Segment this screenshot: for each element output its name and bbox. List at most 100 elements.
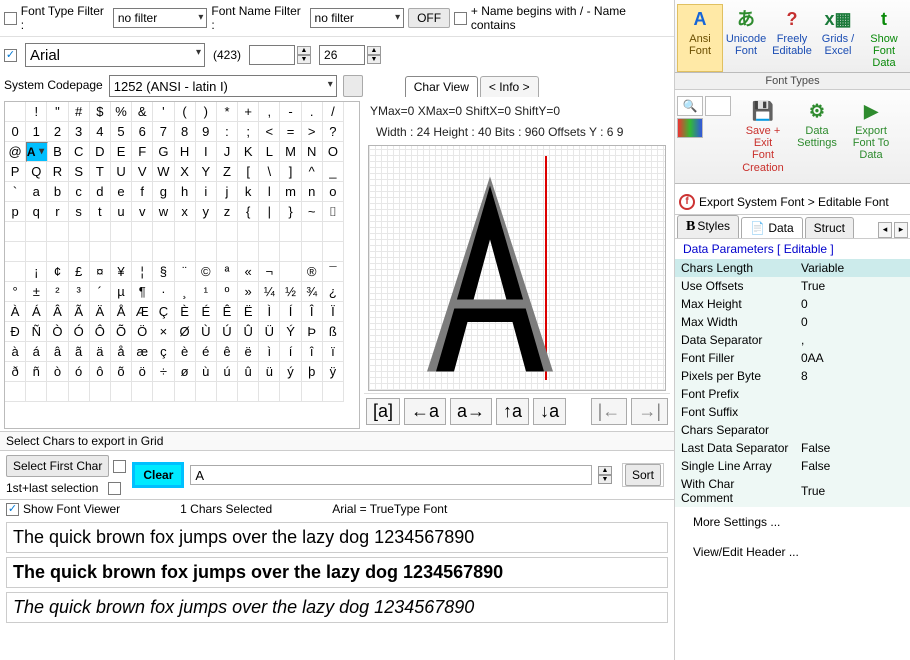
char-cell[interactable]: w [153, 202, 174, 222]
char-cell[interactable]: Ñ [26, 322, 47, 342]
char-cell[interactable]: G [153, 142, 174, 162]
char-cell[interactable]: 5 [111, 122, 132, 142]
tool-bracket-a[interactable]: [a] [366, 398, 400, 425]
char-cell[interactable]: H [175, 142, 196, 162]
font-index-stepper[interactable]: ▲▼ [249, 45, 311, 65]
char-cell[interactable]: p [5, 202, 26, 222]
char-cell[interactable]: + [238, 102, 259, 122]
param-value[interactable]: 8 [795, 367, 910, 385]
char-cell[interactable]: / [323, 102, 344, 122]
char-cell[interactable] [5, 382, 26, 402]
char-cell[interactable] [132, 222, 153, 242]
char-cell[interactable]: D [90, 142, 111, 162]
char-cell[interactable]: è [175, 342, 196, 362]
char-cell[interactable]: ; [238, 122, 259, 142]
char-cell[interactable]: x [175, 202, 196, 222]
char-cell[interactable]: ¶ [132, 282, 153, 302]
char-cell[interactable]: d [90, 182, 111, 202]
char-cell[interactable]: í [280, 342, 301, 362]
char-cell[interactable]: ? [323, 122, 344, 142]
char-cell[interactable]: ¾ [302, 282, 323, 302]
tab-data[interactable]: 📄 Data [741, 217, 803, 238]
tool-shift-left[interactable]: ←a [404, 398, 446, 425]
chevron-down-icon[interactable]: ▼ [598, 475, 612, 484]
char-cell[interactable]: ^ [302, 162, 323, 182]
char-cell[interactable]: 9 [196, 122, 217, 142]
char-cell[interactable]: ë [238, 342, 259, 362]
char-cell[interactable]: ] [280, 162, 301, 182]
char-cell[interactable]: ÷ [153, 362, 174, 382]
char-cell[interactable]: ý [280, 362, 301, 382]
char-cell[interactable]: [ [238, 162, 259, 182]
char-cell[interactable]: U [111, 162, 132, 182]
char-cell[interactable] [69, 242, 90, 262]
char-cell[interactable] [302, 382, 323, 402]
char-cell[interactable]: ÿ [323, 362, 344, 382]
char-cell[interactable]: ¡ [26, 262, 47, 282]
char-cell[interactable]: , [259, 102, 280, 122]
char-cell[interactable]: ñ [26, 362, 47, 382]
param-value[interactable]: True [795, 475, 910, 507]
char-cell[interactable]: Ê [217, 302, 238, 322]
char-cell[interactable]: ü [259, 362, 280, 382]
char-cell[interactable] [302, 242, 323, 262]
ribbon-item-freely[interactable]: ?FreelyEditable [769, 4, 815, 72]
char-cell[interactable]: È [175, 302, 196, 322]
char-cell[interactable]: { [238, 202, 259, 222]
char-cell[interactable]: k [238, 182, 259, 202]
char-cell[interactable]: v [132, 202, 153, 222]
char-cell[interactable]: ä [90, 342, 111, 362]
char-cell[interactable]: ½ [280, 282, 301, 302]
param-value[interactable] [795, 385, 910, 403]
char-cell[interactable]: m [280, 182, 301, 202]
ribbon-item-show[interactable]: tShowFontData [861, 4, 907, 72]
char-cell[interactable]: ö [132, 362, 153, 382]
char-cell[interactable]: Í [280, 302, 301, 322]
char-cell[interactable]: P [5, 162, 26, 182]
char-cell[interactable]: ¼ [259, 282, 280, 302]
char-cell[interactable]: $ [90, 102, 111, 122]
char-cell[interactable]: º [217, 282, 238, 302]
first-char-checkbox[interactable] [113, 460, 126, 473]
char-input[interactable] [190, 465, 592, 485]
char-cell[interactable]: « [238, 262, 259, 282]
font-index-input[interactable] [249, 45, 295, 65]
char-cell[interactable]: ú [217, 362, 238, 382]
char-cell[interactable]: O [323, 142, 344, 162]
char-cell[interactable]: £ [69, 262, 90, 282]
tool-step-left[interactable]: |← [591, 398, 628, 425]
char-cell[interactable]: t [90, 202, 111, 222]
char-cell[interactable]: g [153, 182, 174, 202]
char-cell[interactable]: 6 [132, 122, 153, 142]
char-cell[interactable]: Q [26, 162, 47, 182]
char-cell[interactable]: ° [5, 282, 26, 302]
char-cell[interactable]: Ó [69, 322, 90, 342]
char-cell[interactable]: A [26, 142, 48, 162]
char-cell[interactable]: b [47, 182, 68, 202]
char-cell[interactable]: ² [47, 282, 68, 302]
clear-button[interactable]: Clear [132, 462, 184, 488]
chevron-down-icon[interactable]: ▼ [367, 55, 381, 64]
search-icon[interactable]: 🔍 [677, 96, 703, 116]
char-cell[interactable]: À [5, 302, 26, 322]
tool-shift-down[interactable]: ↓a [533, 398, 566, 425]
char-cell[interactable]: & [132, 102, 153, 122]
tool-step-right[interactable]: →| [631, 398, 668, 425]
char-cell[interactable]: @ [5, 142, 26, 162]
font-size-input[interactable] [319, 45, 365, 65]
char-cell[interactable] [153, 222, 174, 242]
char-cell[interactable]: Ù [196, 322, 217, 342]
char-cell[interactable]: o [323, 182, 344, 202]
char-cell[interactable]: Ý [280, 322, 301, 342]
char-cell[interactable]: á [26, 342, 47, 362]
char-cell[interactable] [196, 382, 217, 402]
char-cell[interactable]: Ð [5, 322, 26, 342]
codepage-select[interactable]: 1252 (ANSI - latin I) [109, 75, 337, 97]
char-cell[interactable]: ø [175, 362, 196, 382]
char-cell[interactable]: : [217, 122, 238, 142]
font-select[interactable]: Arial [25, 43, 205, 67]
font-type-filter[interactable]: no filter [113, 8, 208, 28]
char-cell[interactable]: × [153, 322, 174, 342]
char-cell[interactable]: C [69, 142, 90, 162]
param-row[interactable]: With Char CommentTrue [675, 475, 910, 507]
